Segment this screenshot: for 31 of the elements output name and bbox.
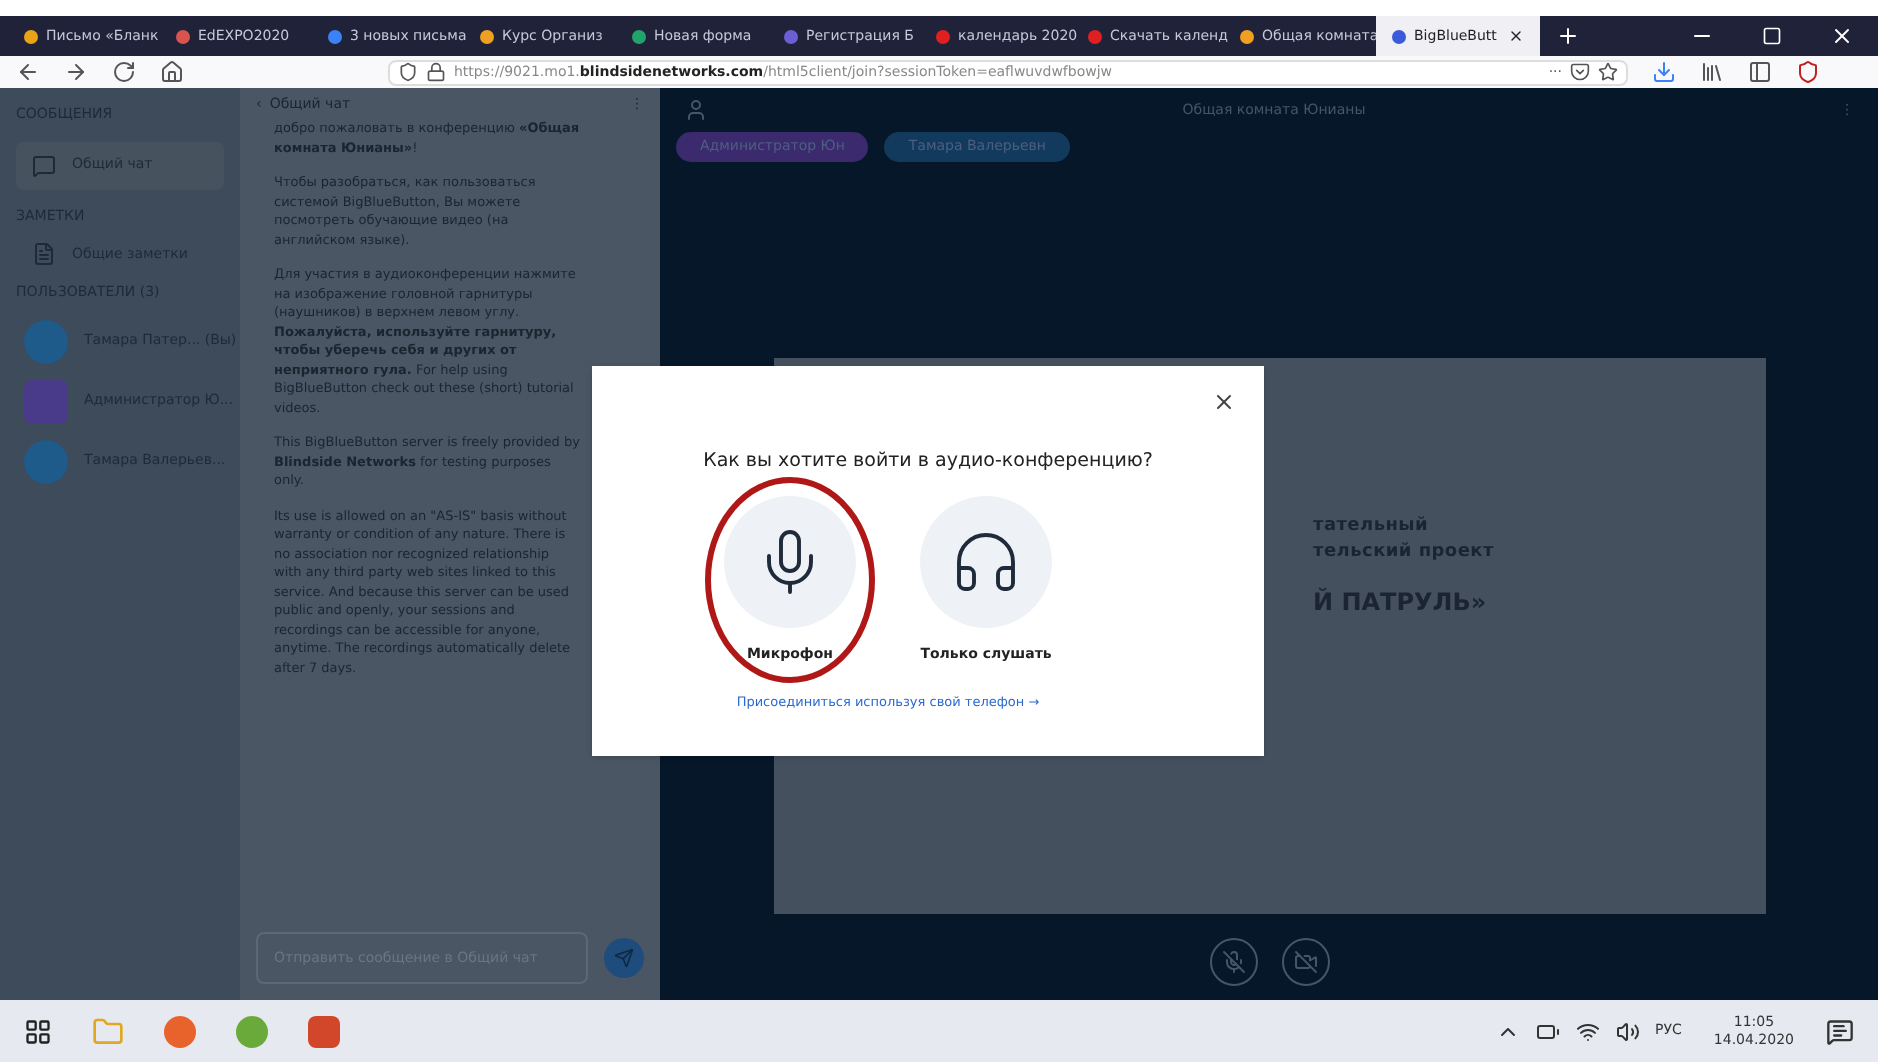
new-tab-icon[interactable]: [1556, 24, 1580, 48]
home-icon[interactable]: [160, 60, 184, 84]
volume-icon[interactable]: [1615, 1019, 1640, 1043]
network-icon[interactable]: [1575, 1019, 1600, 1043]
camera-off-icon: [1293, 949, 1317, 973]
battery-icon[interactable]: [1535, 1019, 1560, 1043]
user-icon[interactable]: [684, 98, 708, 122]
muted-mic-icon: [1221, 949, 1245, 973]
notification-icon[interactable]: [1826, 1017, 1854, 1045]
back-icon[interactable]: [16, 60, 40, 84]
video-button[interactable]: [1281, 937, 1329, 985]
forward-icon[interactable]: [64, 60, 88, 84]
chat-icon: [32, 153, 56, 177]
reload-icon[interactable]: [112, 60, 136, 84]
pocket-icon[interactable]: [1570, 62, 1590, 82]
lock-icon: [426, 62, 446, 82]
shield-icon[interactable]: [1796, 60, 1820, 84]
sidebar-icon[interactable]: [1748, 60, 1772, 84]
close-icon[interactable]: [1508, 28, 1524, 44]
library-icon[interactable]: [1700, 60, 1724, 84]
maximize-icon[interactable]: [1762, 26, 1782, 46]
download-icon[interactable]: [1652, 60, 1676, 84]
shield-icon: [398, 62, 418, 82]
close-icon[interactable]: [1830, 24, 1854, 48]
audio-button[interactable]: [1209, 937, 1257, 985]
star-icon[interactable]: [1598, 62, 1618, 82]
close-icon[interactable]: [1212, 390, 1236, 414]
send-icon: [614, 948, 634, 968]
dialog-title: Как вы хотите войти в аудио-конференцию?: [703, 448, 1153, 476]
notes-icon: [32, 242, 56, 266]
start-icon[interactable]: [24, 1017, 52, 1045]
